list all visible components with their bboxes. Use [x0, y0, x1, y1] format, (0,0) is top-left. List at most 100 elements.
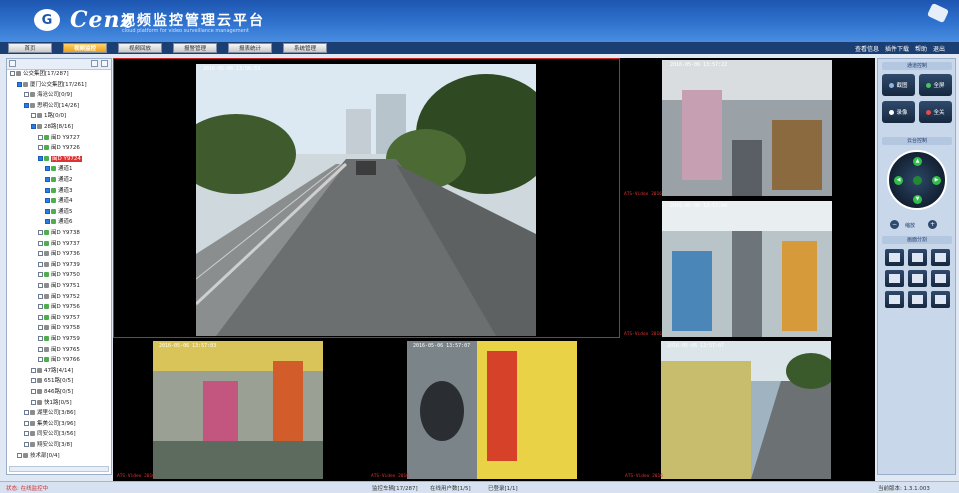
tree-item[interactable]: 闽D Y9751: [38, 282, 80, 291]
tree-checkbox[interactable]: [38, 272, 43, 278]
video-cell-3[interactable]: 2016-05-06 13:57:04 ATS-Video 2016: [620, 199, 875, 339]
tree-item[interactable]: 通道6: [45, 218, 73, 227]
tree-checkbox[interactable]: [45, 177, 50, 182]
video-cell-5[interactable]: 2016-05-06 13:57:07 ATS-Video 2016: [367, 339, 621, 481]
tree-item[interactable]: 闽D Y9724: [38, 155, 82, 164]
tree-checkbox[interactable]: [38, 346, 43, 352]
tree-item[interactable]: 技术部[0/4]: [17, 452, 60, 461]
tree-item[interactable]: 公交集团[17/287]: [10, 70, 69, 79]
tree-item[interactable]: 28路[8/16]: [31, 123, 73, 132]
tree-item[interactable]: 同安公司[3/56]: [24, 430, 76, 439]
snapshot-button[interactable]: 截图: [882, 74, 915, 96]
tree-item[interactable]: 闽D Y9756: [38, 303, 80, 312]
tree-checkbox[interactable]: [38, 357, 43, 363]
tree-item[interactable]: 闽D Y9765: [38, 346, 80, 355]
nav-tab[interactable]: 报警管理: [173, 43, 217, 53]
tree-checkbox[interactable]: [31, 399, 36, 405]
ptz-joystick[interactable]: ▲ ▼ ◀ ▶: [887, 150, 947, 210]
tree-checkbox[interactable]: [38, 304, 43, 310]
record-button[interactable]: 录像: [882, 101, 915, 123]
video-cell-2[interactable]: 2016-05-06 13:57:22 ATS-Video 2016: [620, 58, 875, 199]
tree-checkbox[interactable]: [38, 336, 43, 341]
ptz-center-icon[interactable]: [913, 176, 922, 185]
video-cell-4[interactable]: 2016-05-06 13:57:03 ATS-Video 2016: [113, 339, 367, 481]
tree-item[interactable]: 闽D Y9766: [38, 356, 80, 365]
collapse-icon[interactable]: [101, 60, 108, 67]
tree-checkbox[interactable]: [24, 442, 29, 447]
tree-checkbox[interactable]: [45, 166, 50, 172]
nav-tab[interactable]: 视频回放: [118, 43, 162, 53]
tree-checkbox[interactable]: [31, 124, 36, 129]
tree-item[interactable]: 闽D Y9750: [38, 271, 80, 280]
tree-checkbox[interactable]: [31, 378, 36, 384]
split-13-button[interactable]: [885, 291, 904, 308]
tree-checkbox[interactable]: [24, 410, 29, 416]
split-4-button[interactable]: [908, 249, 927, 266]
info-link[interactable]: 查看信息: [855, 44, 879, 53]
tree-checkbox[interactable]: [24, 102, 29, 108]
plugin-download-link[interactable]: 插件下载: [885, 44, 909, 53]
tree-checkbox[interactable]: [45, 198, 50, 204]
zoom-out-icon[interactable]: −: [890, 220, 899, 229]
tree-item[interactable]: 湖里公司[3/86]: [24, 409, 76, 418]
close-all-button[interactable]: 全关: [919, 101, 952, 123]
tree-checkbox[interactable]: [38, 293, 43, 299]
tree-item[interactable]: 通道4: [45, 197, 73, 206]
tree-checkbox[interactable]: [38, 283, 43, 288]
tree-checkbox[interactable]: [38, 251, 43, 257]
search-icon[interactable]: [9, 60, 16, 67]
tree-item[interactable]: 651路[0/5]: [31, 377, 73, 386]
tree-checkbox[interactable]: [31, 113, 36, 119]
fullscreen-button[interactable]: 全屏: [919, 74, 952, 96]
tree-item[interactable]: 通道2: [45, 176, 73, 185]
split-6-button[interactable]: [931, 249, 950, 266]
refresh-icon[interactable]: [91, 60, 98, 67]
tree-item[interactable]: 海沧公司[0/9]: [24, 91, 72, 100]
tree-item[interactable]: 通道3: [45, 187, 73, 196]
logout-link[interactable]: 退出: [933, 44, 945, 53]
tree-checkbox[interactable]: [17, 452, 22, 458]
tree-checkbox[interactable]: [31, 389, 36, 394]
tree-checkbox[interactable]: [31, 367, 36, 373]
ptz-up-icon[interactable]: ▲: [913, 157, 922, 166]
tree-item[interactable]: 1路[0/0]: [31, 112, 66, 121]
tree-item[interactable]: 846路[0/5]: [31, 388, 73, 397]
ptz-left-icon[interactable]: ◀: [894, 176, 903, 185]
tree-item[interactable]: 闽D Y9736: [38, 250, 80, 259]
video-cell-main[interactable]: 2016-05-06 13:56:53: [113, 58, 620, 338]
video-cell-6[interactable]: 2016-05-06 13:57:07 ATS-Video 2016: [621, 339, 875, 481]
tree-item[interactable]: 闽D Y9757: [38, 314, 80, 323]
tree-checkbox[interactable]: [38, 325, 43, 331]
tree-checkbox[interactable]: [38, 155, 43, 161]
tree-checkbox[interactable]: [45, 208, 50, 214]
ptz-right-icon[interactable]: ▶: [932, 176, 941, 185]
nav-tab[interactable]: 视频监控: [63, 43, 107, 53]
tree-checkbox[interactable]: [24, 420, 29, 426]
tree-checkbox[interactable]: [24, 431, 29, 437]
tree-item[interactable]: 闽D Y9739: [38, 261, 80, 270]
tree-checkbox[interactable]: [38, 240, 43, 246]
tree-item[interactable]: 闽D Y9727: [38, 134, 80, 143]
tree-checkbox[interactable]: [38, 230, 43, 235]
split-8-button[interactable]: [885, 270, 904, 287]
tree-item[interactable]: 闽D Y9738: [38, 229, 80, 238]
tree-checkbox[interactable]: [24, 92, 29, 98]
tree-item[interactable]: 快1路[0/5]: [31, 399, 72, 408]
split-16-button[interactable]: [908, 291, 927, 308]
tree-item[interactable]: 集美公司[3/96]: [24, 420, 76, 429]
tree-item[interactable]: 通道5: [45, 208, 73, 217]
split-9-button[interactable]: [908, 270, 927, 287]
tree-item[interactable]: 闽D Y9752: [38, 293, 80, 302]
tree-item[interactable]: 闽D Y9759: [38, 335, 80, 344]
tree-checkbox[interactable]: [17, 81, 22, 87]
help-link[interactable]: 帮助: [915, 44, 927, 53]
ptz-down-icon[interactable]: ▼: [913, 195, 922, 204]
tree-checkbox[interactable]: [38, 134, 43, 140]
nav-tab[interactable]: 系统管理: [283, 43, 327, 53]
tree-item[interactable]: 闽D Y9737: [38, 240, 80, 249]
tree-checkbox[interactable]: [38, 314, 43, 320]
nav-tab[interactable]: 首页: [8, 43, 52, 53]
tree-checkbox[interactable]: [45, 187, 50, 193]
tree-item[interactable]: 通道1: [45, 165, 73, 174]
tree-checkbox[interactable]: [38, 145, 43, 151]
